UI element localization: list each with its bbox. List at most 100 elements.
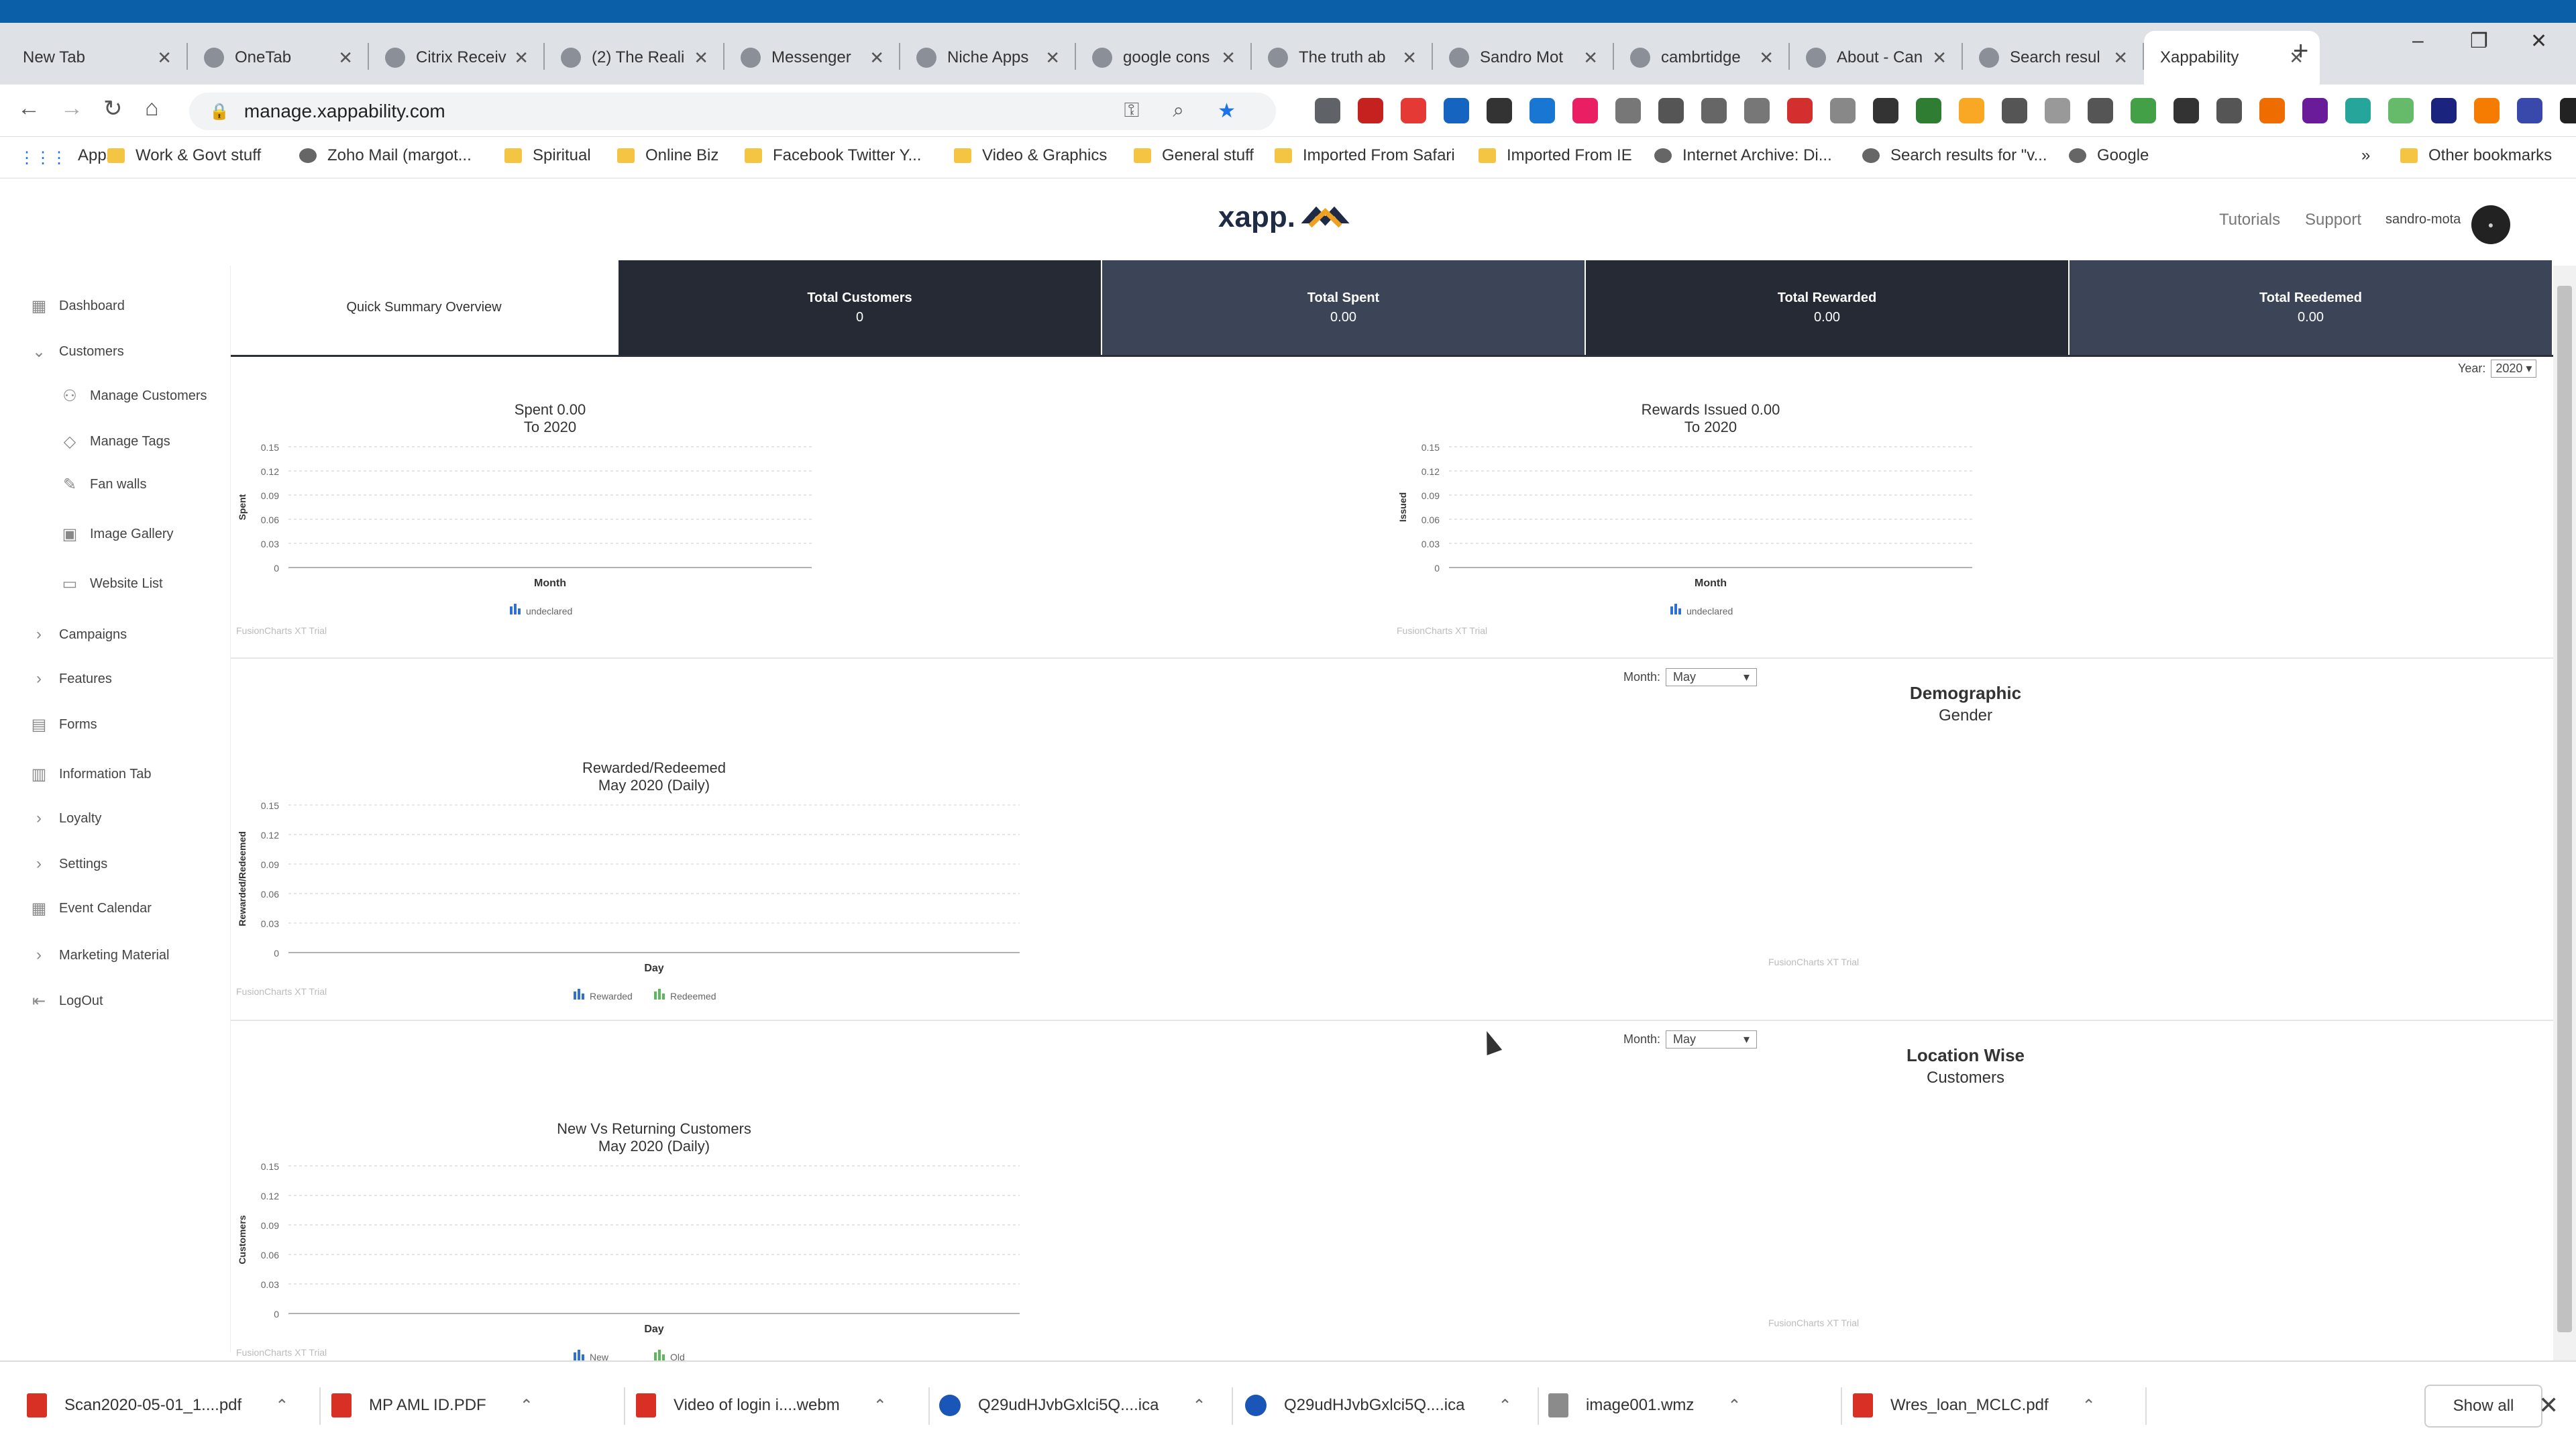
scrollbar-thumb[interactable] [2557, 286, 2572, 1332]
extension-icon[interactable] [1701, 98, 1727, 123]
bookmark-item[interactable]: Online Biz [617, 146, 718, 165]
extension-icon[interactable] [1916, 98, 1941, 123]
bookmark-item[interactable]: Google [2069, 146, 2149, 165]
extension-icon[interactable] [2045, 98, 2070, 123]
bookmarks-overflow-icon[interactable]: » [2361, 146, 2370, 165]
close-tab-icon[interactable]: ✕ [1583, 48, 1598, 68]
close-tab-icon[interactable]: ✕ [1932, 48, 1947, 68]
chevron-up-icon[interactable]: ⌃ [1498, 1396, 1511, 1415]
extension-icon[interactable] [1873, 98, 1898, 123]
bookmark-item[interactable]: Internet Archive: Di... [1654, 146, 1832, 165]
other-bookmarks-folder[interactable]: Other bookmarks [2400, 146, 2552, 165]
close-tab-icon[interactable]: ✕ [1402, 48, 1417, 68]
chevron-up-icon[interactable]: ⌃ [873, 1396, 887, 1415]
bookmark-item[interactable]: Video & Graphics [954, 146, 1107, 165]
chevron-up-icon[interactable]: ⌃ [1192, 1396, 1205, 1415]
extension-icon[interactable] [2431, 98, 2457, 123]
sidebar-item[interactable]: ▣ Image Gallery [60, 525, 174, 544]
extension-icon[interactable] [2259, 98, 2285, 123]
extension-icon[interactable] [1529, 98, 1555, 123]
extension-icon[interactable] [1358, 98, 1383, 123]
legend-item[interactable]: undeclared [1670, 604, 1733, 616]
month-select[interactable]: May ▾ [1666, 668, 1758, 686]
extension-icon[interactable] [1830, 98, 1856, 123]
close-downloads-icon[interactable]: ✕ [2538, 1391, 2559, 1419]
minimize-icon[interactable]: – [2412, 30, 2424, 52]
bookmark-item[interactable]: Imported From IE [1479, 146, 1632, 165]
close-tab-icon[interactable]: ✕ [1759, 48, 1774, 68]
new-tab-button[interactable]: + [2293, 36, 2308, 66]
bookmark-star-icon[interactable]: ★ [1218, 99, 1236, 123]
close-tab-icon[interactable]: ✕ [694, 48, 708, 68]
key-icon[interactable]: ⚿ [1124, 99, 1139, 123]
browser-tab[interactable]: OneTab ✕ [188, 31, 369, 85]
extension-icon[interactable] [1487, 98, 1512, 123]
username-menu[interactable]: sandro-mota [2385, 212, 2461, 227]
extension-icon[interactable] [2216, 98, 2242, 123]
extension-icon[interactable] [2388, 98, 2414, 123]
sidebar-item[interactable]: › Campaigns [30, 625, 127, 644]
extension-icon[interactable] [1401, 98, 1426, 123]
sidebar-item[interactable]: › Features [30, 669, 112, 688]
browser-tab[interactable]: Messenger ✕ [724, 31, 900, 85]
chevron-up-icon[interactable]: ⌃ [520, 1396, 533, 1415]
bookmark-item[interactable]: Work & Govt stuff [107, 146, 261, 165]
zoom-icon[interactable]: ⌕ [1173, 99, 1184, 123]
sidebar-item[interactable]: ▥ Information Tab [30, 765, 152, 784]
close-tab-icon[interactable]: ✕ [1045, 48, 1060, 68]
extension-icon[interactable] [2517, 98, 2542, 123]
download-item[interactable]: Video of login i....webm ⌃ [636, 1382, 887, 1429]
sidebar-item[interactable]: ◇ Manage Tags [60, 432, 170, 451]
show-all-downloads-button[interactable]: Show all [2424, 1385, 2542, 1428]
sidebar-item[interactable]: ⌄ Customers [30, 342, 124, 362]
xapp-logo[interactable]: xapp. [1218, 189, 1352, 246]
download-item[interactable]: MP AML ID.PDF ⌃ [331, 1382, 533, 1429]
bookmark-item[interactable]: Facebook Twitter Y... [745, 146, 921, 165]
browser-tab[interactable]: google cons ✕ [1076, 31, 1252, 85]
year-select[interactable]: 2020 ▾ [2491, 360, 2537, 378]
forward-icon[interactable]: → [60, 95, 83, 121]
extension-icon[interactable] [1787, 98, 1813, 123]
back-icon[interactable]: ← [17, 95, 40, 121]
extension-icon[interactable] [1315, 98, 1340, 123]
chevron-up-icon[interactable]: ⌃ [2082, 1396, 2096, 1415]
chevron-up-icon[interactable]: ⌃ [275, 1396, 288, 1415]
tutorials-link[interactable]: Tutorials [2219, 211, 2280, 229]
sidebar-item[interactable]: › Settings [30, 855, 107, 873]
browser-tab[interactable]: (2) The Reali ✕ [545, 31, 724, 85]
extension-icon[interactable] [2560, 98, 2576, 123]
extension-icon[interactable] [2474, 98, 2500, 123]
legend-item[interactable]: Redeemed [654, 989, 716, 1002]
bookmark-item[interactable]: Zoho Mail (margot... [299, 146, 472, 165]
extension-icon[interactable] [1744, 98, 1770, 123]
close-tab-icon[interactable]: ✕ [157, 48, 172, 68]
browser-tab[interactable]: New Tab ✕ [7, 31, 188, 85]
extension-icon[interactable] [2302, 98, 2328, 123]
close-tab-icon[interactable]: ✕ [2113, 48, 2128, 68]
avatar[interactable]: ● [2471, 205, 2510, 244]
home-icon[interactable]: ⌂ [145, 95, 159, 121]
extension-icon[interactable] [1658, 98, 1684, 123]
extension-icon[interactable] [1959, 98, 1984, 123]
url-input[interactable] [244, 101, 1049, 122]
sidebar-item[interactable]: ⇤ LogOut [30, 991, 103, 1011]
download-item[interactable]: Q29udHJvbGxlci5Q....ica ⌃ [1245, 1382, 1512, 1429]
bookmark-item[interactable]: ⋮⋮⋮ Apps [19, 146, 115, 167]
sidebar-item[interactable]: ⚇ Manage Customers [60, 386, 207, 406]
sidebar-item[interactable]: ✎ Fan walls [60, 475, 147, 494]
download-item[interactable]: image001.wmz ⌃ [1548, 1382, 1741, 1429]
extension-icon[interactable] [1444, 98, 1469, 123]
browser-tab[interactable]: The truth ab ✕ [1252, 31, 1433, 85]
download-item[interactable]: Scan2020-05-01_1....pdf ⌃ [27, 1382, 288, 1429]
extension-icon[interactable] [1572, 98, 1598, 123]
reload-icon[interactable]: ↻ [103, 95, 123, 122]
browser-tab[interactable]: Search resul ✕ [1963, 31, 2144, 85]
browser-tab[interactable]: About - Can ✕ [1790, 31, 1963, 85]
download-item[interactable]: Wres_loan_MCLC.pdf ⌃ [1853, 1382, 2096, 1429]
extension-icon[interactable] [2088, 98, 2113, 123]
download-item[interactable]: Q29udHJvbGxlci5Q....ica ⌃ [939, 1382, 1206, 1429]
support-link[interactable]: Support [2305, 211, 2361, 229]
close-tab-icon[interactable]: ✕ [1221, 48, 1236, 68]
month-select[interactable]: May ▾ [1666, 1030, 1758, 1049]
close-tab-icon[interactable]: ✕ [338, 48, 353, 68]
